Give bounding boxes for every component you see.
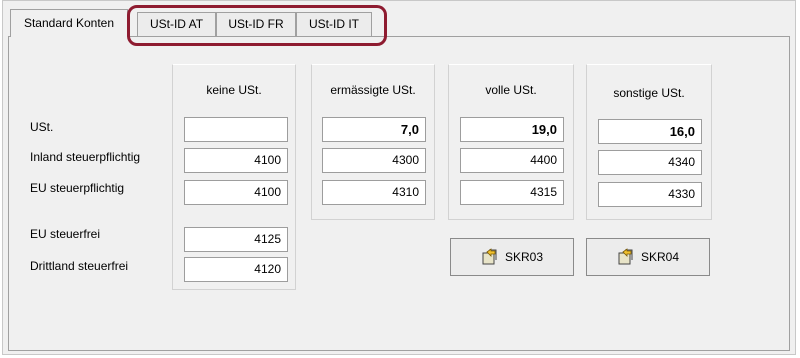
book-import-icon: [618, 248, 633, 265]
field-volle-ust-inland[interactable]: 4400: [460, 148, 564, 173]
skr04-button-label: SKR04: [640, 250, 680, 264]
row-label-ust: USt.: [30, 120, 54, 134]
row-label-eu-steuerpflichtig: EU steuerpflichtig: [30, 181, 125, 195]
row-label-eu-steuerfrei: EU steuerfrei: [30, 227, 101, 241]
field-keine-ust-eu-steuerfrei[interactable]: 4125: [184, 227, 288, 252]
tab-standard-konten[interactable]: Standard Konten: [10, 9, 128, 37]
field-keine-ust-ust[interactable]: [184, 117, 288, 142]
field-ermaessigte-ust-inland[interactable]: 4300: [322, 148, 426, 173]
field-ermaessigte-ust-eu[interactable]: 4310: [322, 180, 426, 205]
field-sonstige-ust-eu[interactable]: 4330: [598, 182, 702, 207]
column-header-ermaessigte-ust: ermässigte USt.: [330, 83, 416, 97]
row-label-inland-steuerpflichtig: Inland steuerpflichtig: [30, 150, 141, 164]
skr04-button[interactable]: SKR04: [586, 238, 710, 276]
field-ermaessigte-ust-ust[interactable]: 7,0: [322, 117, 426, 142]
field-sonstige-ust-ust[interactable]: 16,0: [598, 119, 702, 144]
row-label-drittland-steuerfrei: Drittland steuerfrei: [30, 259, 129, 273]
book-import-icon: [482, 248, 497, 265]
field-volle-ust-eu[interactable]: 4315: [460, 180, 564, 205]
field-keine-ust-inland[interactable]: 4100: [184, 148, 288, 173]
column-header-volle-ust: volle USt.: [485, 83, 537, 97]
column-header-keine-ust: keine USt.: [206, 83, 262, 97]
field-volle-ust-ust[interactable]: 19,0: [460, 117, 564, 142]
field-sonstige-ust-inland[interactable]: 4340: [598, 150, 702, 175]
field-keine-ust-drittland[interactable]: 4120: [184, 257, 288, 282]
field-keine-ust-eu[interactable]: 4100: [184, 180, 288, 205]
skr03-button-label: SKR03: [504, 250, 544, 264]
column-header-sonstige-ust: sonstige USt.: [613, 86, 685, 100]
skr03-button[interactable]: SKR03: [450, 238, 574, 276]
highlight-annotation: [127, 5, 387, 46]
